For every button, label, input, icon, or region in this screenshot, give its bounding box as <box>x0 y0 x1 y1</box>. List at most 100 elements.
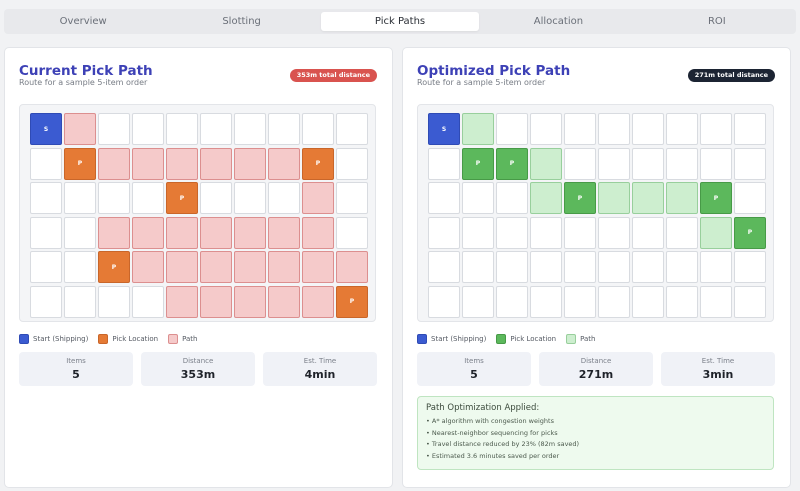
empty-cell <box>530 251 562 283</box>
pick-location-cell: P <box>734 216 766 249</box>
tab-overview[interactable]: Overview <box>4 9 162 34</box>
start-swatch <box>19 334 29 344</box>
empty-cell <box>496 182 528 214</box>
path-cell <box>530 182 562 214</box>
path-cell <box>234 285 266 318</box>
empty-cell <box>666 147 698 180</box>
empty-cell <box>462 251 494 283</box>
tab-slotting[interactable]: Slotting <box>162 9 320 34</box>
tab-allocation[interactable]: Allocation <box>479 9 637 34</box>
stat-value: 5 <box>470 368 478 381</box>
empty-cell <box>64 182 96 214</box>
tab-pick-paths[interactable]: Pick Paths <box>320 12 480 31</box>
distance-badge: 271m total distance <box>687 69 775 82</box>
start-swatch <box>417 334 427 344</box>
empty-cell <box>200 182 232 214</box>
legend-pick-label: Pick Location <box>112 335 159 343</box>
optimization-item: Travel distance reduced by 23% (82m save… <box>426 439 765 451</box>
tab-roi[interactable]: ROI <box>638 9 796 34</box>
empty-cell <box>666 216 698 249</box>
path-cell <box>268 147 300 180</box>
path-cell <box>632 182 664 214</box>
legend-pick: Pick Location <box>98 334 158 344</box>
path-swatch <box>566 334 577 344</box>
stat-value: 3min <box>702 368 734 381</box>
empty-cell <box>132 285 164 318</box>
empty-cell <box>268 113 300 145</box>
path-cell <box>302 251 334 283</box>
pick-location-cell: P <box>700 182 732 214</box>
pick-swatch <box>98 334 109 344</box>
optimization-title: Path Optimization Applied: <box>426 403 540 413</box>
current-pick-path-panel: Current Pick Path Route for a sample 5-i… <box>4 47 393 488</box>
legend-start-label: Start (Shipping) <box>33 335 89 343</box>
stat-value: 5 <box>72 368 80 381</box>
empty-cell <box>598 113 630 145</box>
legend-path-label: Path <box>580 335 596 343</box>
empty-cell <box>598 216 630 249</box>
stat-items: Items 5 <box>417 352 531 386</box>
legend-pick-label: Pick Location <box>510 335 557 343</box>
path-cell <box>64 113 96 145</box>
start-cell: S <box>428 113 460 145</box>
empty-cell <box>200 113 232 145</box>
start-cell: S <box>30 113 62 145</box>
empty-cell <box>700 113 732 145</box>
empty-cell <box>132 182 164 214</box>
empty-cell <box>632 285 664 318</box>
empty-cell <box>564 285 596 318</box>
empty-cell <box>462 182 494 214</box>
empty-cell <box>598 285 630 318</box>
optimization-item: A* algorithm with congestion weights <box>426 416 765 428</box>
path-cell <box>166 216 198 249</box>
stat-time: Est. Time 3min <box>661 352 775 386</box>
path-cell <box>98 216 130 249</box>
empty-cell <box>98 113 130 145</box>
empty-cell <box>666 113 698 145</box>
path-cell <box>268 216 300 249</box>
legend-path: Path <box>566 334 595 344</box>
pick-location-cell: P <box>302 147 334 180</box>
empty-cell <box>428 182 460 214</box>
panel-subtitle: Route for a sample 5-item order <box>417 78 546 87</box>
empty-cell <box>336 216 368 249</box>
empty-cell <box>700 251 732 283</box>
empty-cell <box>64 251 96 283</box>
path-cell <box>530 147 562 180</box>
warehouse-grid-container: SPPPPP <box>417 104 774 322</box>
empty-cell <box>496 251 528 283</box>
path-cell <box>666 182 698 214</box>
empty-cell <box>462 216 494 249</box>
path-cell <box>598 182 630 214</box>
warehouse-grid: SPPPPP <box>30 113 368 318</box>
path-cell <box>234 216 266 249</box>
empty-cell <box>564 147 596 180</box>
empty-cell <box>30 147 62 180</box>
panel-title: Current Pick Path <box>19 63 153 79</box>
empty-cell <box>132 113 164 145</box>
path-cell <box>200 147 232 180</box>
stat-label: Items <box>66 357 86 365</box>
empty-cell <box>336 147 368 180</box>
empty-cell <box>632 147 664 180</box>
pick-location-cell: P <box>64 147 96 180</box>
empty-cell <box>598 251 630 283</box>
stat-label: Est. Time <box>303 357 337 365</box>
empty-cell <box>734 182 766 214</box>
empty-cell <box>30 216 62 249</box>
path-cell <box>166 147 198 180</box>
empty-cell <box>428 147 460 180</box>
legend-path-label: Path <box>182 335 198 343</box>
legend-path: Path <box>168 334 197 344</box>
optimization-info-box: Path Optimization Applied: A* algorithm … <box>417 396 774 470</box>
empty-cell <box>632 251 664 283</box>
empty-cell <box>734 147 766 180</box>
empty-cell <box>234 182 266 214</box>
stat-distance: Distance 271m <box>539 352 653 386</box>
stat-label: Distance <box>182 357 214 365</box>
pick-location-cell: P <box>98 251 130 283</box>
path-cell <box>268 285 300 318</box>
empty-cell <box>30 251 62 283</box>
stat-distance: Distance 353m <box>141 352 255 386</box>
empty-cell <box>496 113 528 145</box>
